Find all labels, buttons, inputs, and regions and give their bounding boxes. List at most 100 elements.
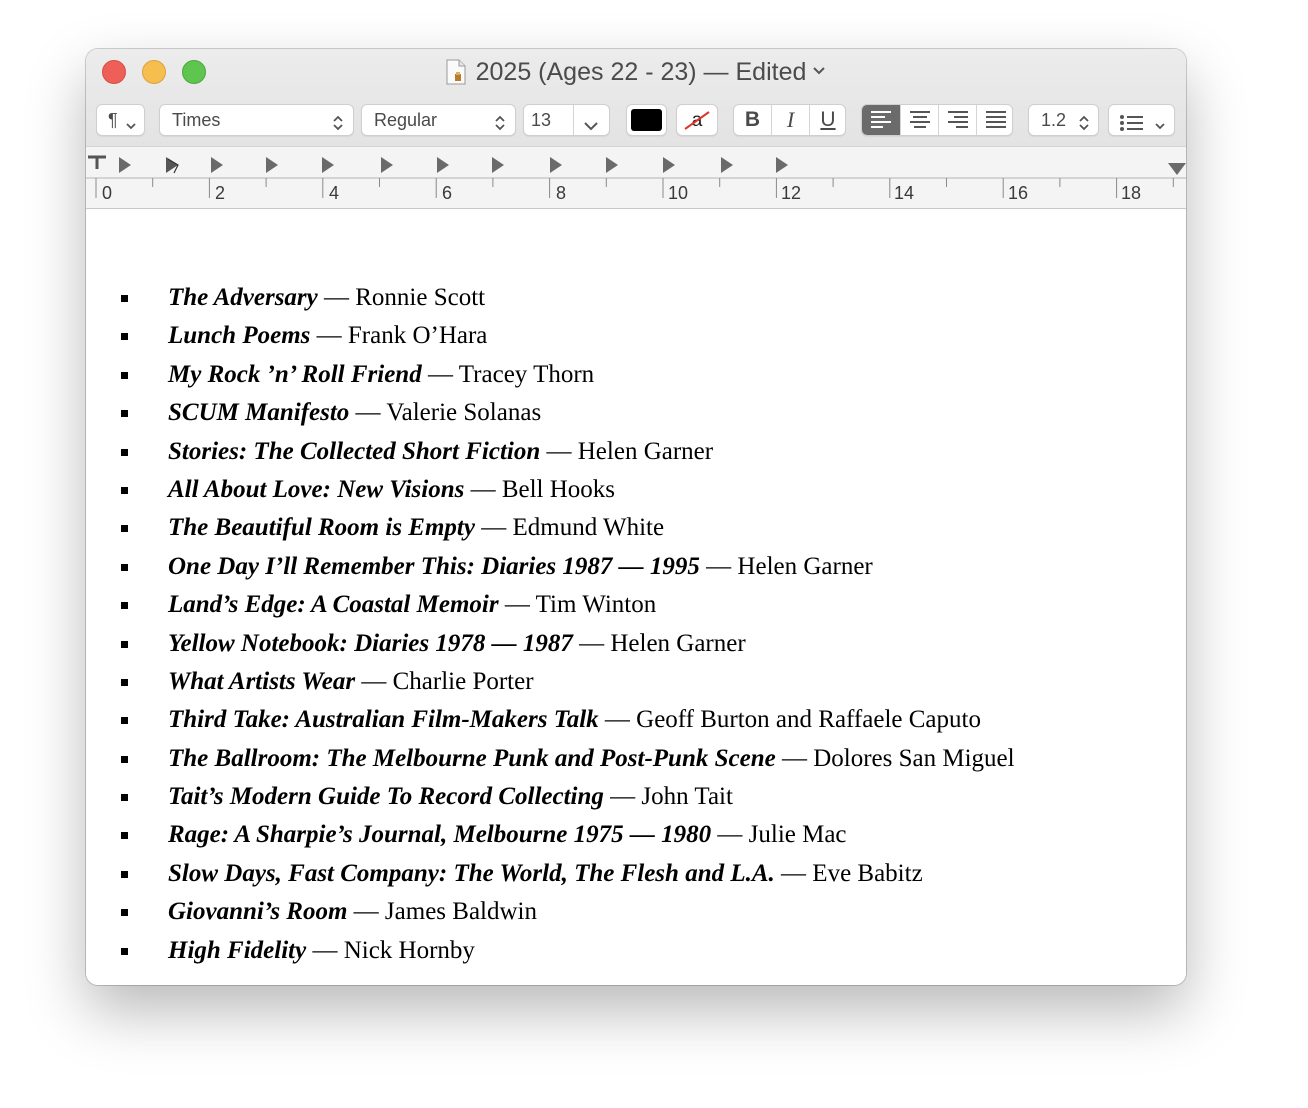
list-bullet xyxy=(121,333,128,341)
justify-button[interactable] xyxy=(977,105,1012,135)
font-family-value: Times xyxy=(172,110,221,130)
list-bullet xyxy=(121,909,128,917)
book-entry: All About Love: New Visions — Bell Hooks xyxy=(168,475,616,503)
book-author: Charlie Porter xyxy=(392,667,534,695)
list-bullet xyxy=(121,371,128,379)
book-author: Nick Hornby xyxy=(343,936,475,964)
align-left-button[interactable] xyxy=(862,105,900,135)
stepper-icon xyxy=(332,111,344,141)
font-style-popup[interactable]: Regular xyxy=(361,104,516,136)
book-title: One Day I’ll Remember This: Diaries 1987… xyxy=(168,552,700,580)
font-family-popup[interactable]: Times xyxy=(159,104,354,136)
tab-stop-marker[interactable] xyxy=(606,157,618,173)
tab-stop-marker[interactable] xyxy=(550,157,562,173)
book-author: Frank O’Hara xyxy=(347,322,488,350)
chevron-down-icon[interactable] xyxy=(812,57,826,87)
ruler-number: 4 xyxy=(329,183,340,203)
book-entry: The Adversary — Ronnie Scott xyxy=(168,284,486,311)
chevron-down-icon xyxy=(1154,112,1166,142)
font-style-value: Regular xyxy=(374,110,438,130)
text-color-swatch xyxy=(631,109,662,131)
book-title: Tait’s Modern Guide To Record Collecting xyxy=(168,783,604,811)
list-bullet xyxy=(121,678,128,686)
indent-marker[interactable] xyxy=(88,155,106,169)
book-author: Valerie Solanas xyxy=(386,399,542,427)
book-author: Ronnie Scott xyxy=(355,284,486,311)
book-title: Yellow Notebook: Diaries 1978 — 1987 xyxy=(168,629,573,657)
align-center-icon xyxy=(909,111,930,128)
book-title: SCUM Manifesto xyxy=(168,399,350,427)
book-author: Helen Garner xyxy=(737,552,873,580)
tab-stop-marker[interactable] xyxy=(437,157,449,173)
book-entry: The Beautiful Room is Empty — Edmund Whi… xyxy=(168,514,665,542)
book-author: Eve Babitz xyxy=(812,859,923,887)
list-bullet xyxy=(121,640,128,648)
list-bullet xyxy=(121,870,128,878)
book-entry: One Day I’ll Remember This: Diaries 1987… xyxy=(168,552,873,580)
list-bullets-popup[interactable] xyxy=(1108,104,1175,136)
text-color-well[interactable] xyxy=(626,104,667,136)
book-author: James Baldwin xyxy=(384,898,537,926)
align-right-icon xyxy=(947,111,968,128)
book-author: Geoff Burton and Raffaele Caputo xyxy=(636,706,981,734)
stepper-icon xyxy=(1078,111,1090,141)
ruler-number: 2 xyxy=(215,183,226,203)
book-entry: High Fidelity — Nick Hornby xyxy=(168,936,475,964)
document-text-area[interactable]: The Adversary — Ronnie Scott Lunch Poems … xyxy=(86,209,1186,985)
chevron-down-icon xyxy=(125,112,137,142)
book-title: My Rock ’n’ Roll Friend xyxy=(168,360,422,388)
paragraph-icon: ¶ xyxy=(108,110,118,130)
tab-stop-marker[interactable] xyxy=(721,157,733,173)
font-size-field[interactable]: 13 xyxy=(531,105,551,135)
ruler-number: 10 xyxy=(668,183,689,203)
paragraph-styles-popup[interactable]: ¶ xyxy=(96,104,145,136)
ruler-number: 8 xyxy=(556,183,567,203)
book-entry: Land’s Edge: A Coastal Memoir — Tim Wint… xyxy=(168,591,657,619)
book-author: John Tait xyxy=(641,783,733,811)
tab-stop-marker[interactable] xyxy=(266,157,278,173)
titlebar: 2025 (Ages 22 - 23) — Edited ¶ Times Reg… xyxy=(86,49,1186,146)
italic-button[interactable]: I xyxy=(772,105,809,135)
book-title: The Ballroom: The Melbourne Punk and Pos… xyxy=(168,744,776,772)
alignment-segmented xyxy=(861,104,1013,136)
book-title: Third Take: Australian Film-Makers Talk xyxy=(168,706,599,734)
ruler[interactable]: 0 2 4 6 8 10 12 14 16 18 xyxy=(86,146,1186,209)
tab-stop-marker[interactable] xyxy=(381,157,393,173)
ruler-number: 6 xyxy=(442,183,453,203)
book-title: Rage: A Sharpie’s Journal, Melbourne 197… xyxy=(168,821,712,849)
book-title: Lunch Poems xyxy=(168,322,311,350)
underline-button[interactable]: U xyxy=(810,105,846,135)
align-right-button[interactable] xyxy=(939,105,976,135)
tab-stop-marker[interactable] xyxy=(776,157,788,173)
font-size-combo[interactable]: 13 xyxy=(523,104,610,136)
book-entry: Rage: A Sharpie’s Journal, Melbourne 197… xyxy=(168,821,847,849)
book-title: Giovanni’s Room xyxy=(168,898,348,926)
chevron-down-icon[interactable] xyxy=(583,112,599,142)
background-color-well[interactable]: a xyxy=(676,104,718,136)
align-left-icon xyxy=(871,111,891,128)
tab-stop-marker[interactable] xyxy=(322,157,334,173)
window-title-area[interactable]: 2025 (Ages 22 - 23) — Edited xyxy=(86,57,1186,87)
book-author: Edmund White xyxy=(512,514,665,542)
book-entry: Giovanni’s Room — James Baldwin xyxy=(168,898,537,926)
book-entry: Yellow Notebook: Diaries 1978 — 1987 — H… xyxy=(168,629,746,657)
tab-stop-marker[interactable] xyxy=(663,157,675,173)
line-spacing-popup[interactable]: 1.2 xyxy=(1028,104,1099,136)
tab-stop-marker[interactable] xyxy=(492,157,504,173)
book-title: What Artists Wear xyxy=(168,667,356,695)
book-title: Land’s Edge: A Coastal Memoir xyxy=(168,591,499,619)
book-title: All About Love: New Visions xyxy=(168,475,465,503)
list-bullet xyxy=(121,832,128,840)
book-author: Tim Winton xyxy=(535,591,657,619)
list-bullet xyxy=(121,717,128,725)
right-margin-marker[interactable] xyxy=(1168,163,1186,175)
list-bullet xyxy=(121,525,128,533)
list-bullet xyxy=(121,410,128,418)
tab-stop-marker[interactable] xyxy=(119,157,131,173)
book-entry: Third Take: Australian Film-Makers Talk … xyxy=(168,706,981,734)
tab-stop-marker[interactable] xyxy=(211,157,223,173)
align-center-button[interactable] xyxy=(901,105,938,135)
book-title: Slow Days, Fast Company: The World, The … xyxy=(168,859,775,887)
bold-button[interactable]: B xyxy=(734,105,771,135)
book-title: The Adversary xyxy=(168,284,318,311)
